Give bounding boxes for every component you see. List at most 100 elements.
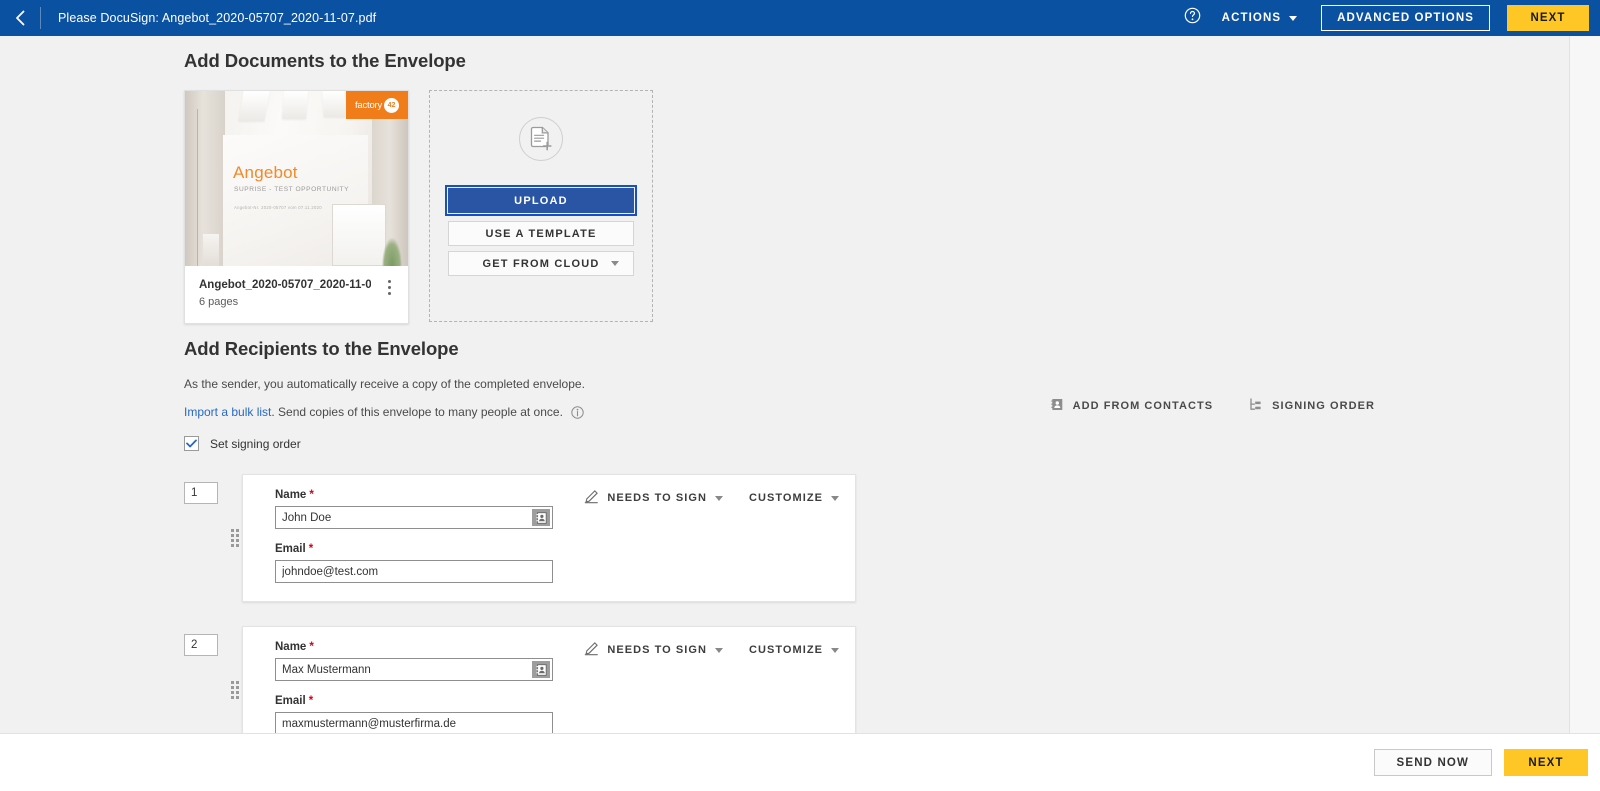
name-field-wrapper bbox=[275, 658, 553, 681]
recipient-email-input[interactable] bbox=[275, 712, 553, 733]
document-add-icon bbox=[519, 117, 563, 161]
recipient-role-label: NEEDS TO SIGN bbox=[607, 644, 707, 656]
envelope-title: Please DocuSign: Angebot_2020-05707_2020… bbox=[58, 11, 377, 25]
chevron-down-icon bbox=[1289, 15, 1298, 21]
recipient-role-label: NEEDS TO SIGN bbox=[607, 492, 707, 504]
photo-plant bbox=[382, 238, 402, 266]
recipient-drag-handle[interactable] bbox=[228, 626, 242, 733]
upload-button[interactable]: UPLOAD bbox=[445, 185, 637, 216]
upload-dropzone[interactable]: UPLOAD USE A TEMPLATE GET FROM CLOUD bbox=[429, 90, 653, 322]
document-card-footer: Angebot_2020-05707_2020-11-0... 6 pages bbox=[185, 266, 408, 323]
import-bulk-list-link[interactable]: Import a bulk list bbox=[184, 405, 271, 419]
email-label-text: Email bbox=[275, 695, 306, 707]
name-field-wrapper bbox=[275, 506, 553, 529]
main-scroll-region: Add Documents to the Envelope Angebot SU… bbox=[0, 36, 1569, 733]
recipient-order-input[interactable] bbox=[184, 634, 218, 656]
thumbnail-doc-meta: Angebot-Nr. 2020-05707 vom 07.11.2020 bbox=[234, 205, 322, 210]
email-label-text: Email bbox=[275, 543, 306, 555]
recipient-email-input[interactable] bbox=[275, 560, 553, 583]
document-file-name: Angebot_2020-05707_2020-11-0... bbox=[199, 279, 371, 291]
customize-label: CUSTOMIZE bbox=[748, 644, 823, 656]
signing-order-button[interactable]: SIGNING ORDER bbox=[1249, 398, 1375, 414]
recipient-card-controls: NEEDS TO SIGN CUSTOMIZE bbox=[584, 489, 839, 507]
recipient-role-dropdown[interactable]: NEEDS TO SIGN bbox=[584, 489, 723, 507]
recipient-drag-handle[interactable] bbox=[228, 474, 242, 602]
info-circle-icon[interactable] bbox=[571, 405, 584, 419]
email-field-label: Email * bbox=[275, 543, 837, 555]
kebab-dot bbox=[387, 285, 391, 289]
vertical-scrollbar[interactable] bbox=[1569, 36, 1600, 733]
recipient-card-controls: NEEDS TO SIGN CUSTOMIZE bbox=[584, 641, 839, 659]
field-spacer bbox=[275, 529, 837, 543]
address-book-icon[interactable] bbox=[532, 509, 550, 526]
header-divider bbox=[40, 7, 41, 29]
logo-wordmark: factory bbox=[354, 99, 383, 111]
document-menu-button[interactable] bbox=[380, 276, 398, 298]
chevron-left-icon bbox=[15, 10, 26, 26]
help-circle-icon bbox=[1184, 7, 1201, 29]
kebab-dot bbox=[387, 279, 391, 283]
documents-section-title: Add Documents to the Envelope bbox=[184, 50, 466, 71]
photo-beam-1 bbox=[238, 91, 270, 121]
header-actions: ACTIONS ADVANCED OPTIONS NEXT bbox=[1180, 5, 1600, 31]
app-header: Please DocuSign: Angebot_2020-05707_2020… bbox=[0, 0, 1600, 36]
set-signing-order-checkbox[interactable] bbox=[184, 436, 199, 451]
required-marker: * bbox=[308, 695, 314, 707]
set-signing-order-label: Set signing order bbox=[210, 436, 301, 451]
recipient-list: Name* bbox=[184, 474, 1569, 733]
recipient-name-input[interactable] bbox=[275, 658, 553, 681]
email-field-wrapper bbox=[275, 712, 553, 733]
bulk-list-description: . Send copies of this envelope to many p… bbox=[271, 405, 563, 419]
docusign-prepare-page: Please DocuSign: Angebot_2020-05707_2020… bbox=[0, 0, 1600, 791]
email-field-wrapper bbox=[275, 560, 553, 583]
name-label-text: Name bbox=[275, 489, 307, 501]
factory42-logo: factory 42 bbox=[346, 91, 408, 119]
recipient-customize-dropdown[interactable]: CUSTOMIZE bbox=[749, 644, 839, 656]
drag-handle-icon bbox=[231, 681, 239, 699]
recipient-actions: ADD FROM CONTACTS SIGNING ORDER bbox=[1050, 398, 1375, 414]
drag-handle-icon bbox=[231, 529, 239, 547]
recipient-role-dropdown[interactable]: NEEDS TO SIGN bbox=[584, 641, 723, 659]
photo-pillar bbox=[203, 234, 219, 266]
required-marker: * bbox=[309, 489, 314, 501]
photo-whiteboard bbox=[332, 204, 386, 266]
chevron-down-icon bbox=[714, 647, 723, 653]
recipient-card: Name * bbox=[242, 474, 856, 602]
required-marker: * bbox=[308, 543, 314, 555]
signing-order-label: SIGNING ORDER bbox=[1272, 400, 1375, 412]
thumbnail-doc-heading: Angebot bbox=[233, 163, 298, 182]
kebab-dot bbox=[387, 291, 391, 295]
sender-copy-note: As the sender, you automatically receive… bbox=[184, 377, 585, 391]
gear-icon: 42 bbox=[382, 95, 402, 115]
customize-label: CUSTOMIZE bbox=[748, 492, 823, 504]
thumbnail-doc-subheading: SUPRISE - TEST OPPORTUNITY bbox=[234, 186, 350, 193]
document-thumbnail[interactable]: Angebot SUPRISE - TEST OPPORTUNITY Angeb… bbox=[185, 91, 408, 266]
actions-menu[interactable]: ACTIONS bbox=[1222, 12, 1298, 24]
add-from-contacts-button[interactable]: ADD FROM CONTACTS bbox=[1050, 398, 1214, 414]
get-from-cloud-button[interactable]: GET FROM CLOUD bbox=[448, 251, 634, 276]
recipient-customize-dropdown[interactable]: CUSTOMIZE bbox=[749, 492, 839, 504]
chevron-down-icon bbox=[831, 495, 839, 501]
header-next-button[interactable]: NEXT bbox=[1507, 5, 1589, 31]
recipient-order-input[interactable] bbox=[184, 482, 218, 504]
recipient-row: Name* bbox=[184, 474, 1569, 602]
email-field-label: Email * bbox=[275, 695, 837, 707]
add-from-contacts-label: ADD FROM CONTACTS bbox=[1072, 400, 1214, 412]
recipient-name-input[interactable] bbox=[275, 506, 553, 529]
photo-beam-2 bbox=[282, 91, 308, 119]
set-signing-order-row: Set signing order bbox=[184, 436, 1569, 451]
send-now-button[interactable]: SEND NOW bbox=[1373, 749, 1492, 776]
advanced-options-button[interactable]: ADVANCED OPTIONS bbox=[1321, 5, 1490, 31]
address-book-icon[interactable] bbox=[532, 661, 550, 678]
back-button[interactable] bbox=[0, 0, 40, 36]
footer-next-button[interactable]: NEXT bbox=[1504, 749, 1588, 776]
contact-card-icon bbox=[1050, 398, 1064, 414]
help-button[interactable] bbox=[1180, 5, 1206, 31]
chevron-down-icon bbox=[831, 647, 839, 653]
document-card[interactable]: Angebot SUPRISE - TEST OPPORTUNITY Angeb… bbox=[184, 90, 409, 324]
footer-bar: SEND NOW NEXT bbox=[0, 733, 1600, 791]
name-label-text: Name bbox=[275, 641, 307, 653]
use-a-template-button[interactable]: USE A TEMPLATE bbox=[448, 221, 634, 246]
photo-beam-3 bbox=[322, 91, 346, 117]
signing-order-icon bbox=[1249, 398, 1263, 414]
